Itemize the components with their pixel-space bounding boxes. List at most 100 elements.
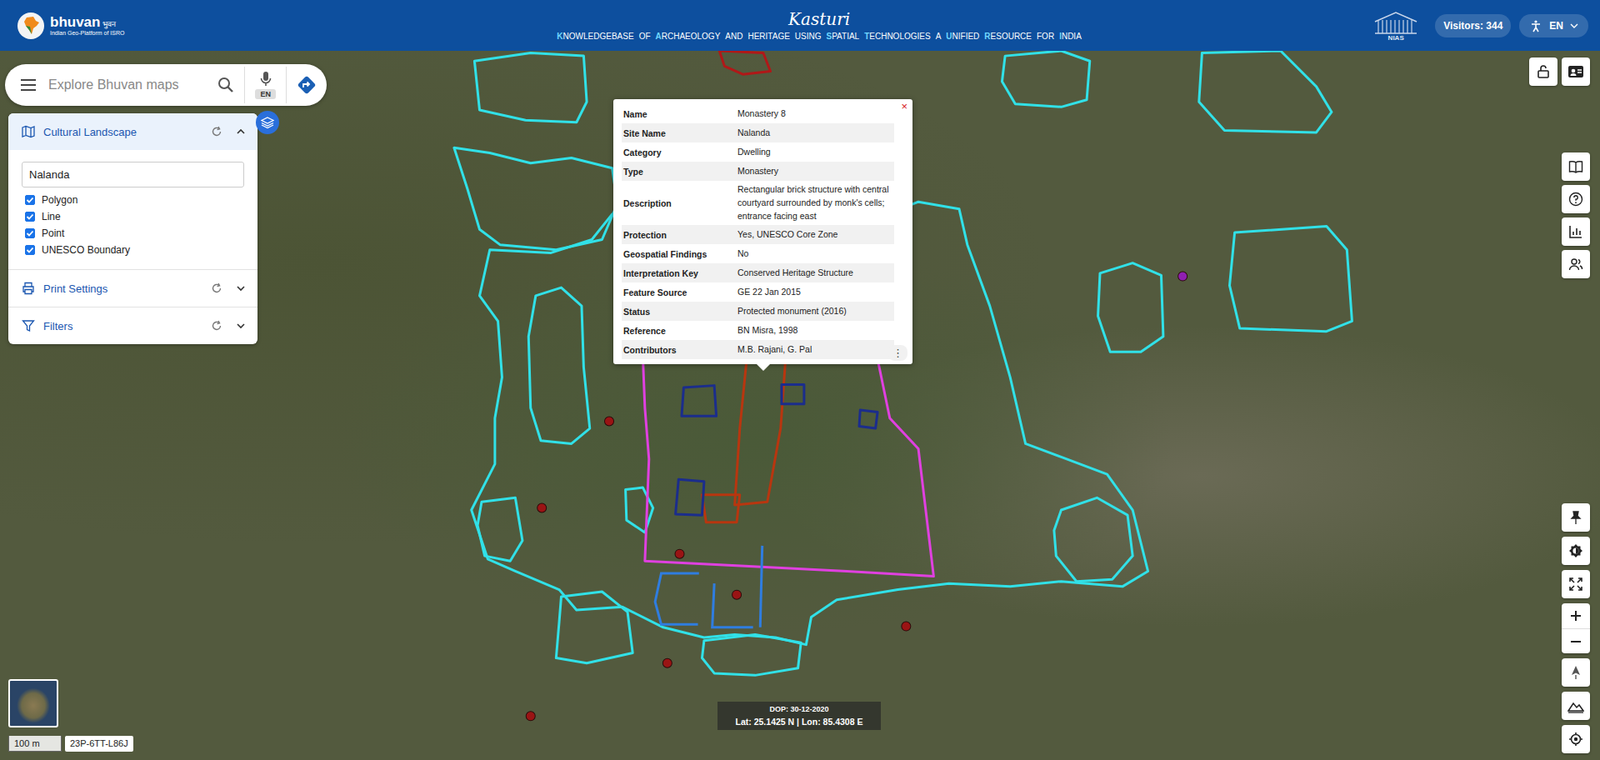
layer-toggle[interactable]: Point bbox=[25, 227, 245, 240]
more-button[interactable]: ⋮ bbox=[888, 345, 908, 361]
map-line[interactable] bbox=[655, 573, 700, 625]
menu-icon[interactable] bbox=[20, 78, 37, 92]
attribute-value: BN Misra, 1998 bbox=[735, 321, 895, 340]
compass-button[interactable] bbox=[1561, 658, 1590, 687]
map-polygon[interactable] bbox=[719, 50, 770, 75]
section-header[interactable]: Cultural Landscape bbox=[8, 113, 258, 150]
map-polygon[interactable] bbox=[625, 487, 654, 533]
map-line[interactable] bbox=[760, 545, 762, 628]
attribute-row: Interpretation Key Conserved Heritage St… bbox=[621, 263, 895, 283]
terrain-button[interactable] bbox=[1561, 691, 1590, 720]
map-point[interactable] bbox=[537, 503, 547, 513]
language-select[interactable]: EN bbox=[1519, 14, 1589, 38]
checkbox[interactable] bbox=[25, 228, 35, 239]
kasturi-page: bhuvan भुवन Indian Geo-Platform of ISRO … bbox=[0, 0, 1600, 760]
map-polygon[interactable] bbox=[471, 201, 1149, 645]
map-polygon[interactable] bbox=[681, 385, 717, 417]
bhuvan-logo[interactable]: bhuvan भुवन Indian Geo-Platform of ISRO bbox=[16, 11, 267, 40]
close-button[interactable]: × bbox=[899, 100, 910, 112]
map-polygon[interactable] bbox=[701, 495, 740, 523]
book-button[interactable] bbox=[1561, 152, 1590, 181]
map-polygon[interactable] bbox=[675, 479, 705, 515]
map-polygon[interactable] bbox=[1054, 497, 1133, 581]
attribute-row: Status Protected monument (2016) bbox=[621, 301, 895, 321]
map-polygon[interactable] bbox=[477, 497, 523, 561]
section-title: Cultural Landscape bbox=[43, 125, 203, 139]
unlock-icon bbox=[1535, 64, 1551, 80]
map-point[interactable] bbox=[732, 590, 742, 600]
checkbox[interactable] bbox=[25, 245, 35, 255]
layers-button[interactable] bbox=[255, 110, 280, 135]
map-polygon[interactable] bbox=[1098, 263, 1164, 353]
map-polygon[interactable] bbox=[735, 356, 786, 505]
reset-icon[interactable] bbox=[210, 320, 223, 332]
chevron-down-icon[interactable] bbox=[235, 320, 246, 331]
contact-button[interactable] bbox=[1561, 57, 1590, 86]
subtitle-word: HERITAGE bbox=[747, 31, 790, 41]
attribute-value: No bbox=[735, 245, 895, 264]
map-point[interactable] bbox=[525, 711, 535, 721]
map-view[interactable]: EN Cultural Landscape Polygon Line Point… bbox=[0, 50, 1600, 760]
map-line[interactable] bbox=[712, 583, 754, 628]
section-body: Polygon Line Point UNESCO Boundary bbox=[8, 150, 258, 270]
lock-button[interactable] bbox=[1529, 57, 1558, 86]
layer-toggle[interactable]: Polygon bbox=[25, 194, 245, 206]
chevron-down-icon bbox=[1570, 21, 1579, 30]
subtitle-word: AND bbox=[725, 31, 743, 41]
map-polygon[interactable] bbox=[454, 147, 618, 250]
plus-code[interactable]: 23P-6TT-L86J bbox=[65, 735, 134, 752]
map-point[interactable] bbox=[1178, 271, 1188, 281]
map-polygon[interactable] bbox=[859, 410, 878, 429]
attribute-label: Geospatial Findings bbox=[621, 246, 736, 262]
nias-logo[interactable]: NIAS bbox=[1371, 10, 1420, 42]
map-point[interactable] bbox=[901, 621, 911, 631]
attribute-row: Feature Source GE 22 Jan 2015 bbox=[621, 282, 895, 302]
section-header[interactable]: Print Settings bbox=[8, 270, 258, 307]
bar-chart-icon bbox=[1568, 224, 1584, 240]
zoom-in-button[interactable] bbox=[1561, 603, 1590, 629]
map-polygon[interactable] bbox=[528, 287, 590, 444]
attribute-table: Name Monastery 8Site Name NalandaCategor… bbox=[621, 104, 895, 360]
map-polygon[interactable] bbox=[1199, 50, 1332, 133]
locate-button[interactable] bbox=[1561, 725, 1590, 754]
directions-icon[interactable] bbox=[296, 75, 317, 95]
zoom-out-button[interactable] bbox=[1561, 628, 1590, 654]
reset-icon[interactable] bbox=[210, 282, 223, 295]
map-polygon[interactable] bbox=[701, 634, 801, 675]
users-button[interactable] bbox=[1561, 250, 1590, 279]
map-polygon[interactable] bbox=[555, 591, 633, 664]
map-polygon[interactable] bbox=[474, 52, 587, 122]
map-point[interactable] bbox=[605, 416, 615, 426]
attribute-row: Description Rectangular brick structure … bbox=[621, 180, 895, 225]
reset-icon[interactable] bbox=[210, 125, 223, 138]
panel-section: Cultural Landscape Polygon Line Point UN… bbox=[8, 113, 258, 270]
attribute-label: Site Name bbox=[621, 125, 736, 141]
brightness-button[interactable] bbox=[1561, 536, 1590, 565]
subtitle-word: OF bbox=[639, 31, 651, 41]
fullscreen-button[interactable] bbox=[1561, 570, 1590, 599]
chevron-up-icon[interactable] bbox=[235, 126, 246, 137]
layer-toggle[interactable]: UNESCO Boundary bbox=[25, 244, 245, 256]
search-input[interactable] bbox=[46, 76, 208, 94]
map-point[interactable] bbox=[675, 549, 685, 559]
checkbox[interactable] bbox=[25, 195, 35, 205]
search-icon[interactable] bbox=[217, 76, 235, 94]
layer-toggle[interactable]: Line bbox=[25, 210, 245, 223]
check-icon bbox=[25, 245, 35, 255]
map-polygon[interactable] bbox=[1001, 50, 1090, 107]
site-input[interactable] bbox=[21, 161, 245, 188]
voice-search[interactable]: EN bbox=[255, 70, 276, 100]
map-point[interactable] bbox=[662, 658, 672, 668]
header: bhuvan भुवन Indian Geo-Platform of ISRO … bbox=[0, 0, 1600, 51]
basemap-thumbnail[interactable] bbox=[8, 679, 59, 728]
section-header[interactable]: Filters bbox=[8, 307, 258, 345]
checkbox[interactable] bbox=[25, 211, 35, 222]
subtitle-word: A bbox=[935, 31, 942, 41]
map-polygon[interactable] bbox=[642, 351, 934, 576]
chevron-down-icon[interactable] bbox=[235, 283, 246, 294]
pin-button[interactable] bbox=[1561, 503, 1590, 532]
statistics-button[interactable] bbox=[1561, 217, 1590, 246]
map-polygon[interactable] bbox=[781, 384, 805, 404]
help-button[interactable] bbox=[1561, 185, 1590, 214]
map-polygon[interactable] bbox=[1230, 226, 1353, 332]
